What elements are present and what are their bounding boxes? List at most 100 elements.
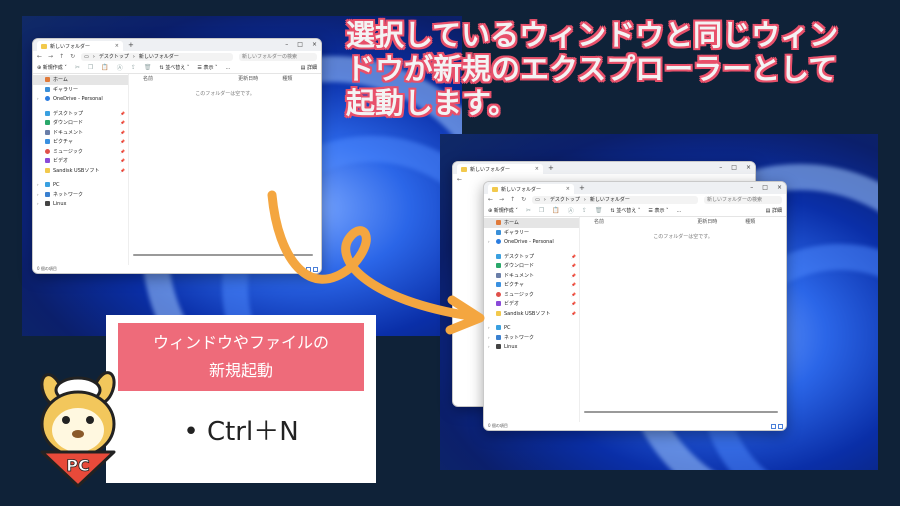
sidebar-item-home[interactable]: ホーム xyxy=(33,75,128,85)
horizontal-scrollbar[interactable] xyxy=(584,411,778,413)
close-tab-icon[interactable]: × xyxy=(566,186,570,192)
sidebar-item-pc[interactable]: › PC xyxy=(33,180,128,190)
sidebar-item-usb[interactable]: Sandisk USBソフト 📌 xyxy=(33,166,128,176)
details-button[interactable]: ▤ 詳細 xyxy=(766,207,782,214)
breadcrumb-folder[interactable]: 新しいフォルダー xyxy=(590,196,630,203)
share-icon[interactable]: ⇪ xyxy=(582,207,587,214)
back-icon[interactable]: ← xyxy=(37,53,42,60)
sidebar-item-music[interactable]: ミュージック 📌 xyxy=(33,147,128,157)
paste-icon[interactable]: 📋 xyxy=(101,64,108,71)
new-tab-button[interactable]: + xyxy=(548,164,554,172)
tab-new-folder[interactable]: 新しいフォルダー × xyxy=(488,184,574,194)
sidebar-item-onedrive[interactable]: › OneDrive - Personal xyxy=(33,94,128,104)
column-type[interactable]: 種類 xyxy=(282,75,292,82)
sidebar-item-documents[interactable]: ドキュメント 📌 xyxy=(484,271,579,281)
forward-icon[interactable]: → xyxy=(499,196,504,203)
sidebar-item-desktop[interactable]: デスクトップ 📌 xyxy=(484,252,579,262)
tiles-view-icon[interactable] xyxy=(778,423,783,429)
back-icon[interactable]: ← xyxy=(488,196,493,203)
tab-new-folder[interactable]: 新しいフォルダー × xyxy=(457,164,543,174)
refresh-icon[interactable]: ↻ xyxy=(70,53,75,60)
details-view-icon[interactable] xyxy=(771,423,776,429)
column-type[interactable]: 種類 xyxy=(745,218,755,225)
paste-icon[interactable]: 📋 xyxy=(552,207,559,214)
explorer-window-new[interactable]: 新しいフォルダー × + – □ × ← → ↑ ↻ ▭ › デスクトップ › … xyxy=(483,181,787,431)
sidebar-item-pictures[interactable]: ピクチャ 📌 xyxy=(33,137,128,147)
tab-new-folder[interactable]: 新しいフォルダー × xyxy=(37,41,123,51)
minimize-icon[interactable]: – xyxy=(750,184,753,191)
breadcrumb-folder[interactable]: 新しいフォルダー xyxy=(139,53,179,60)
delete-icon[interactable]: 🗑 xyxy=(144,64,152,71)
file-list[interactable]: 名前 更新日時 種類 このフォルダーは空です。 xyxy=(580,217,786,422)
path-box[interactable]: ▭ › デスクトップ › 新しいフォルダー xyxy=(532,195,698,204)
up-icon[interactable]: ↑ xyxy=(510,196,515,203)
search-input[interactable]: 新しいフォルダーの検索 xyxy=(239,52,317,61)
view-button[interactable]: ☰ 表示 ˅ xyxy=(197,64,217,71)
cut-icon[interactable]: ✂ xyxy=(526,207,531,214)
sidebar-item-home[interactable]: ホーム xyxy=(484,218,579,228)
sidebar-item-gallery[interactable]: ギャラリー xyxy=(33,85,128,95)
copy-icon[interactable]: ❐ xyxy=(88,64,93,71)
sidebar-item-network[interactable]: › ネットワーク xyxy=(484,333,579,343)
column-date[interactable]: 更新日時 xyxy=(238,75,282,82)
copy-icon[interactable]: ❐ xyxy=(539,207,544,214)
view-button[interactable]: ☰ 表示 ˅ xyxy=(648,207,668,214)
sidebar-item-videos[interactable]: ビデオ 📌 xyxy=(484,299,579,309)
breadcrumb-desktop[interactable]: デスクトップ xyxy=(550,196,580,203)
sidebar-item-network[interactable]: › ネットワーク xyxy=(33,190,128,200)
rename-icon[interactable]: Ⓐ xyxy=(117,63,123,72)
sidebar-item-documents[interactable]: ドキュメント 📌 xyxy=(33,128,128,138)
path-box[interactable]: ▭ › デスクトップ › 新しいフォルダー xyxy=(81,52,233,61)
search-input[interactable]: 新しいフォルダーの検索 xyxy=(704,195,782,204)
sidebar-item-desktop[interactable]: デスクトップ 📌 xyxy=(33,109,128,119)
close-icon[interactable]: × xyxy=(312,41,317,48)
minimize-icon[interactable]: – xyxy=(285,41,288,48)
sidebar-item-videos[interactable]: ビデオ 📌 xyxy=(33,156,128,166)
delete-icon[interactable]: 🗑 xyxy=(595,207,603,214)
back-icon[interactable]: ← xyxy=(457,176,462,183)
sidebar-item-usb[interactable]: Sandisk USBソフト 📌 xyxy=(484,309,579,319)
sidebar-item-pictures[interactable]: ピクチャ 📌 xyxy=(484,280,579,290)
rename-icon[interactable]: Ⓐ xyxy=(568,206,574,215)
share-icon[interactable]: ⇪ xyxy=(131,64,136,71)
new-button[interactable]: ⊕ 新規作成 ˅ xyxy=(37,64,67,71)
details-view-icon[interactable] xyxy=(306,266,311,272)
explorer-window-original[interactable]: 新しいフォルダー × + – □ × ← → ↑ ↻ ▭ › デスクトップ › … xyxy=(32,38,322,274)
minimize-icon[interactable]: – xyxy=(719,164,722,171)
close-tab-icon[interactable]: × xyxy=(115,43,119,49)
sidebar-item-linux[interactable]: › Linux xyxy=(33,199,128,209)
close-tab-icon[interactable]: × xyxy=(535,166,539,172)
sort-button[interactable]: ⇅ 並べ替え ˅ xyxy=(610,207,640,214)
maximize-icon[interactable]: □ xyxy=(731,164,737,171)
breadcrumb-desktop[interactable]: デスクトップ xyxy=(99,53,129,60)
more-button[interactable]: ... xyxy=(677,208,682,214)
new-tab-button[interactable]: + xyxy=(579,184,585,192)
column-name[interactable]: 名前 xyxy=(143,75,238,82)
new-tab-button[interactable]: + xyxy=(128,41,134,49)
close-icon[interactable]: × xyxy=(777,184,782,191)
refresh-icon[interactable]: ↻ xyxy=(521,196,526,203)
tiles-view-icon[interactable] xyxy=(313,266,318,272)
sidebar-item-gallery[interactable]: ギャラリー xyxy=(484,228,579,238)
horizontal-scrollbar[interactable] xyxy=(133,254,313,256)
sidebar-item-downloads[interactable]: ダウンロード 📌 xyxy=(484,261,579,271)
maximize-icon[interactable]: □ xyxy=(762,184,768,191)
column-name[interactable]: 名前 xyxy=(594,218,697,225)
sidebar-item-downloads[interactable]: ダウンロード 📌 xyxy=(33,118,128,128)
cut-icon[interactable]: ✂ xyxy=(75,64,80,71)
sidebar-item-music[interactable]: ミュージック 📌 xyxy=(484,290,579,300)
close-icon[interactable]: × xyxy=(746,164,751,171)
home-icon xyxy=(496,220,501,226)
sidebar-item-pc[interactable]: › PC xyxy=(484,323,579,333)
up-icon[interactable]: ↑ xyxy=(59,53,64,60)
sidebar-item-linux[interactable]: › Linux xyxy=(484,342,579,352)
sort-button[interactable]: ⇅ 並べ替え ˅ xyxy=(159,64,189,71)
forward-icon[interactable]: → xyxy=(48,53,53,60)
new-button[interactable]: ⊕ 新規作成 ˅ xyxy=(488,207,518,214)
column-date[interactable]: 更新日時 xyxy=(697,218,745,225)
more-button[interactable]: ... xyxy=(226,65,231,71)
file-list[interactable]: 名前 更新日時 種類 このフォルダーは空です。 xyxy=(129,74,321,265)
sidebar-item-onedrive[interactable]: › OneDrive - Personal xyxy=(484,237,579,247)
details-button[interactable]: ▤ 詳細 xyxy=(301,64,317,71)
maximize-icon[interactable]: □ xyxy=(297,41,303,48)
